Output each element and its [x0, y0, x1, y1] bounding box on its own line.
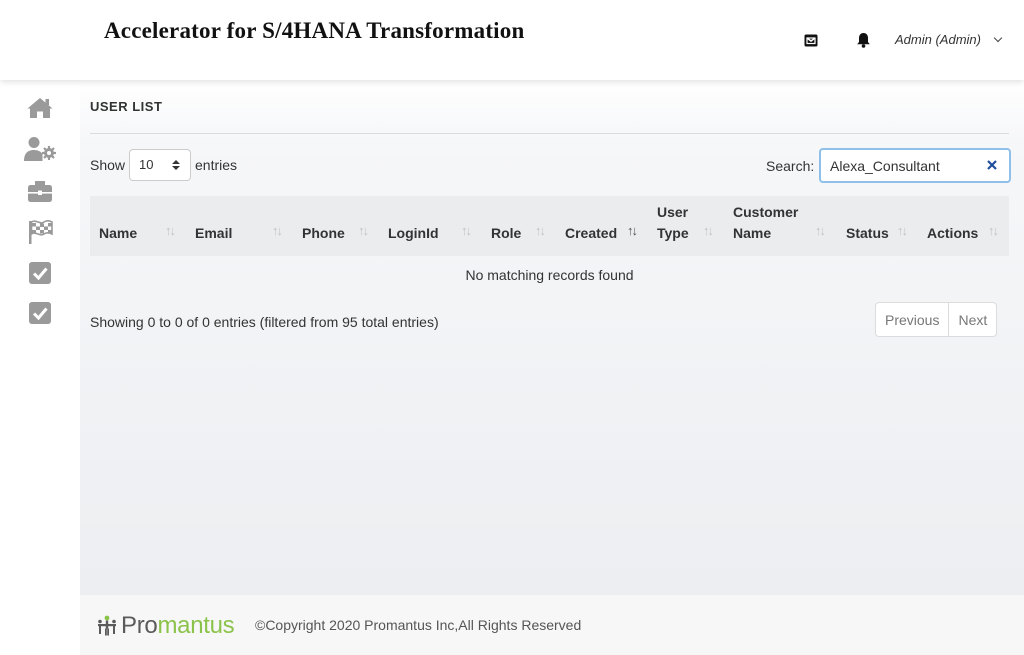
sort-icon: ↑↓: [461, 223, 472, 238]
previous-page-button[interactable]: Previous: [876, 303, 948, 336]
column-header-actions[interactable]: Actions: [927, 223, 978, 244]
checkbox-icon[interactable]: [24, 299, 56, 327]
checkered-flag-icon[interactable]: [24, 218, 56, 246]
search-label: Search:: [766, 158, 815, 174]
sort-icon: ↑↓: [988, 223, 999, 238]
table-header: Name ↑↓ Email ↑↓ Phone ↑↓ LoginId ↑↓ Rol…: [90, 196, 1009, 256]
sort-icon: ↑↓: [897, 223, 908, 238]
column-header-status[interactable]: Status: [846, 223, 889, 244]
entries-label: entries: [195, 157, 238, 173]
bell-icon[interactable]: [853, 30, 873, 50]
column-header-email[interactable]: Email: [195, 223, 232, 244]
sidebar: [0, 80, 80, 655]
main-content: USER LIST Show 10 entries Search: Name ↑…: [80, 80, 1024, 595]
briefcase-icon[interactable]: [24, 178, 56, 206]
sort-icon: ↑↓: [165, 223, 176, 238]
sort-icon: ↑↓: [272, 223, 283, 238]
next-page-button[interactable]: Next: [948, 303, 996, 336]
chevron-down-icon: [993, 33, 1003, 42]
column-header-phone[interactable]: Phone: [302, 223, 345, 244]
entries-per-page-select[interactable]: 10: [129, 149, 191, 181]
copyright-text: ©Copyright 2020 Promantus Inc,All Rights…: [255, 617, 582, 633]
column-header-loginid[interactable]: LoginId: [388, 223, 439, 244]
column-header-created[interactable]: Created: [565, 223, 617, 244]
sort-icon: ↑↓: [358, 223, 369, 238]
sort-icon: ↑↓: [703, 223, 714, 238]
app-title: Accelerator for S/4HANA Transformation: [104, 18, 525, 43]
table-info: Showing 0 to 0 of 0 entries (filtered fr…: [90, 314, 439, 330]
footer: Promantus ©Copyright 2020 Promantus Inc,…: [80, 595, 1024, 655]
user-name: Admin (Admin): [895, 32, 981, 47]
clear-search-icon[interactable]: [986, 159, 998, 171]
sort-icon: ↑↓: [815, 223, 826, 238]
show-label: Show: [90, 157, 126, 173]
logo-text: Promantus: [121, 612, 235, 639]
user-settings-icon[interactable]: [24, 135, 56, 163]
column-header-name[interactable]: Name: [99, 223, 137, 244]
sort-icon: ↑↓: [535, 223, 546, 238]
user-menu[interactable]: Admin (Admin): [895, 32, 1003, 47]
home-icon[interactable]: [24, 94, 56, 122]
sort-descending-icon: ↑↓: [627, 223, 638, 238]
logo-people-icon: [98, 615, 116, 636]
column-header-customer-name[interactable]: Customer Name: [733, 202, 798, 244]
select-arrows-icon: [172, 160, 180, 170]
column-header-user-type[interactable]: User Type: [657, 202, 689, 244]
promantus-logo: Promantus: [96, 612, 235, 640]
pagination: Previous Next: [875, 302, 998, 337]
column-header-role[interactable]: Role: [491, 223, 521, 244]
checkbox-icon[interactable]: [24, 259, 56, 287]
page-title: USER LIST: [90, 99, 163, 114]
entries-per-page-value: 10: [139, 157, 154, 172]
top-header: Accelerator for S/4HANA Transformation A…: [0, 0, 1024, 80]
search-input[interactable]: [819, 148, 1011, 183]
divider: [90, 133, 1009, 134]
empty-table-message: No matching records found: [465, 267, 634, 283]
envelope-icon[interactable]: [801, 30, 821, 50]
